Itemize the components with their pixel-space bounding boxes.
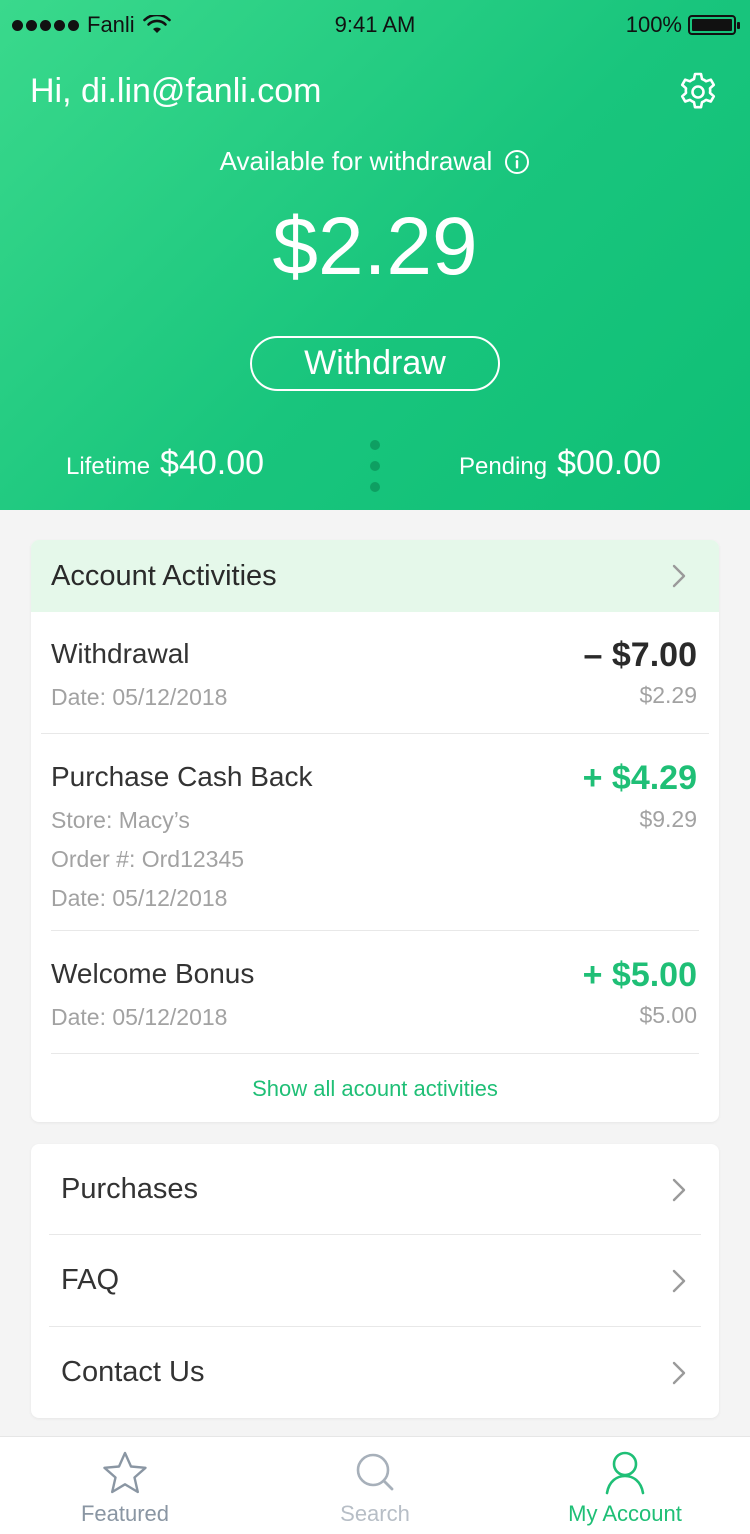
tab-featured[interactable]: Featured xyxy=(0,1437,250,1534)
faq-label: FAQ xyxy=(61,1264,120,1296)
greeting: Hi, di.lin@fanli.com xyxy=(30,72,322,110)
activity-row[interactable]: Welcome Bonus Date: 05/12/2018 + $5.00 $… xyxy=(31,956,719,1048)
account-activities-title: Account Activities xyxy=(51,559,277,592)
info-icon[interactable] xyxy=(504,149,530,175)
tab-search-label: Search xyxy=(340,1501,410,1526)
lifetime-earnings: Lifetime $40.00 xyxy=(66,444,264,483)
activity-order: Order #: Ord12345 xyxy=(51,846,245,872)
purchases-link[interactable]: Purchases xyxy=(31,1144,719,1235)
activity-amount: + $4.29 xyxy=(582,759,697,797)
star-icon xyxy=(103,1451,147,1494)
activity-amount: + $5.00 xyxy=(582,956,697,994)
available-balance: $2.29 xyxy=(272,201,478,292)
account-links-card: Purchases FAQ Contact Us xyxy=(31,1144,719,1418)
tab-featured-label: Featured xyxy=(80,1501,170,1526)
pending-label: Pending xyxy=(459,453,548,480)
lifetime-label: Lifetime xyxy=(66,453,151,480)
tab-bar: Featured Search My Account xyxy=(0,1436,750,1534)
search-icon xyxy=(356,1453,394,1491)
user-icon xyxy=(605,1451,645,1495)
activity-row[interactable]: Withdrawal Date: 05/12/2018 – $7.00 $2.2… xyxy=(31,636,719,758)
pending-value: $00.00 xyxy=(557,444,662,482)
pending-earnings: Pending $00.00 xyxy=(459,444,661,483)
gear-icon[interactable] xyxy=(676,70,720,114)
show-all-activities-link[interactable]: Show all acount activities xyxy=(31,1076,719,1102)
chevron-right-icon xyxy=(672,564,686,588)
tab-my-account-label: My Account xyxy=(568,1501,682,1526)
activity-date: Date: 05/12/2018 xyxy=(51,1004,228,1030)
available-label: Available for withdrawal xyxy=(219,146,493,176)
activity-balance: $9.29 xyxy=(639,806,697,832)
account-activities-card: Account Activities Withdrawal Date: 05/1… xyxy=(31,540,719,1122)
contact-us-label: Contact Us xyxy=(61,1356,205,1388)
tab-my-account[interactable]: My Account xyxy=(500,1437,750,1534)
activity-balance: $2.29 xyxy=(639,682,697,708)
available-for-withdrawal: Available for withdrawal xyxy=(0,146,750,177)
purchases-label: Purchases xyxy=(61,1173,199,1205)
withdraw-button[interactable]: Withdraw xyxy=(250,336,500,391)
activity-divider xyxy=(41,733,709,734)
activity-balance: $5.00 xyxy=(639,1002,697,1028)
activity-date: Date: 05/12/2018 xyxy=(51,684,228,710)
activity-amount: – $7.00 xyxy=(583,636,697,674)
activity-row[interactable]: Purchase Cash Back Store: Macy’s Order #… xyxy=(31,759,719,931)
status-bar: Fanli 9:41 AM 100% xyxy=(0,0,750,50)
lifetime-value: $40.00 xyxy=(160,444,265,482)
activity-divider xyxy=(51,1053,699,1054)
activity-date: Date: 05/12/2018 xyxy=(51,885,228,911)
battery-icon xyxy=(688,15,740,35)
tab-search[interactable]: Search xyxy=(250,1437,500,1534)
faq-link[interactable]: FAQ xyxy=(31,1235,719,1326)
contact-us-link[interactable]: Contact Us xyxy=(31,1327,719,1418)
chevron-right-icon xyxy=(672,1269,686,1292)
chevron-right-icon xyxy=(672,1361,686,1384)
activity-store: Store: Macy’s xyxy=(51,807,190,833)
account-header: Fanli 9:41 AM 100% Hi, di.lin@fanli.com … xyxy=(0,0,750,510)
chevron-right-icon xyxy=(672,1178,686,1201)
account-activities-header[interactable]: Account Activities xyxy=(31,540,719,612)
stats-divider xyxy=(370,440,380,492)
battery-percent: 100% xyxy=(625,12,682,37)
activity-divider xyxy=(51,930,699,931)
